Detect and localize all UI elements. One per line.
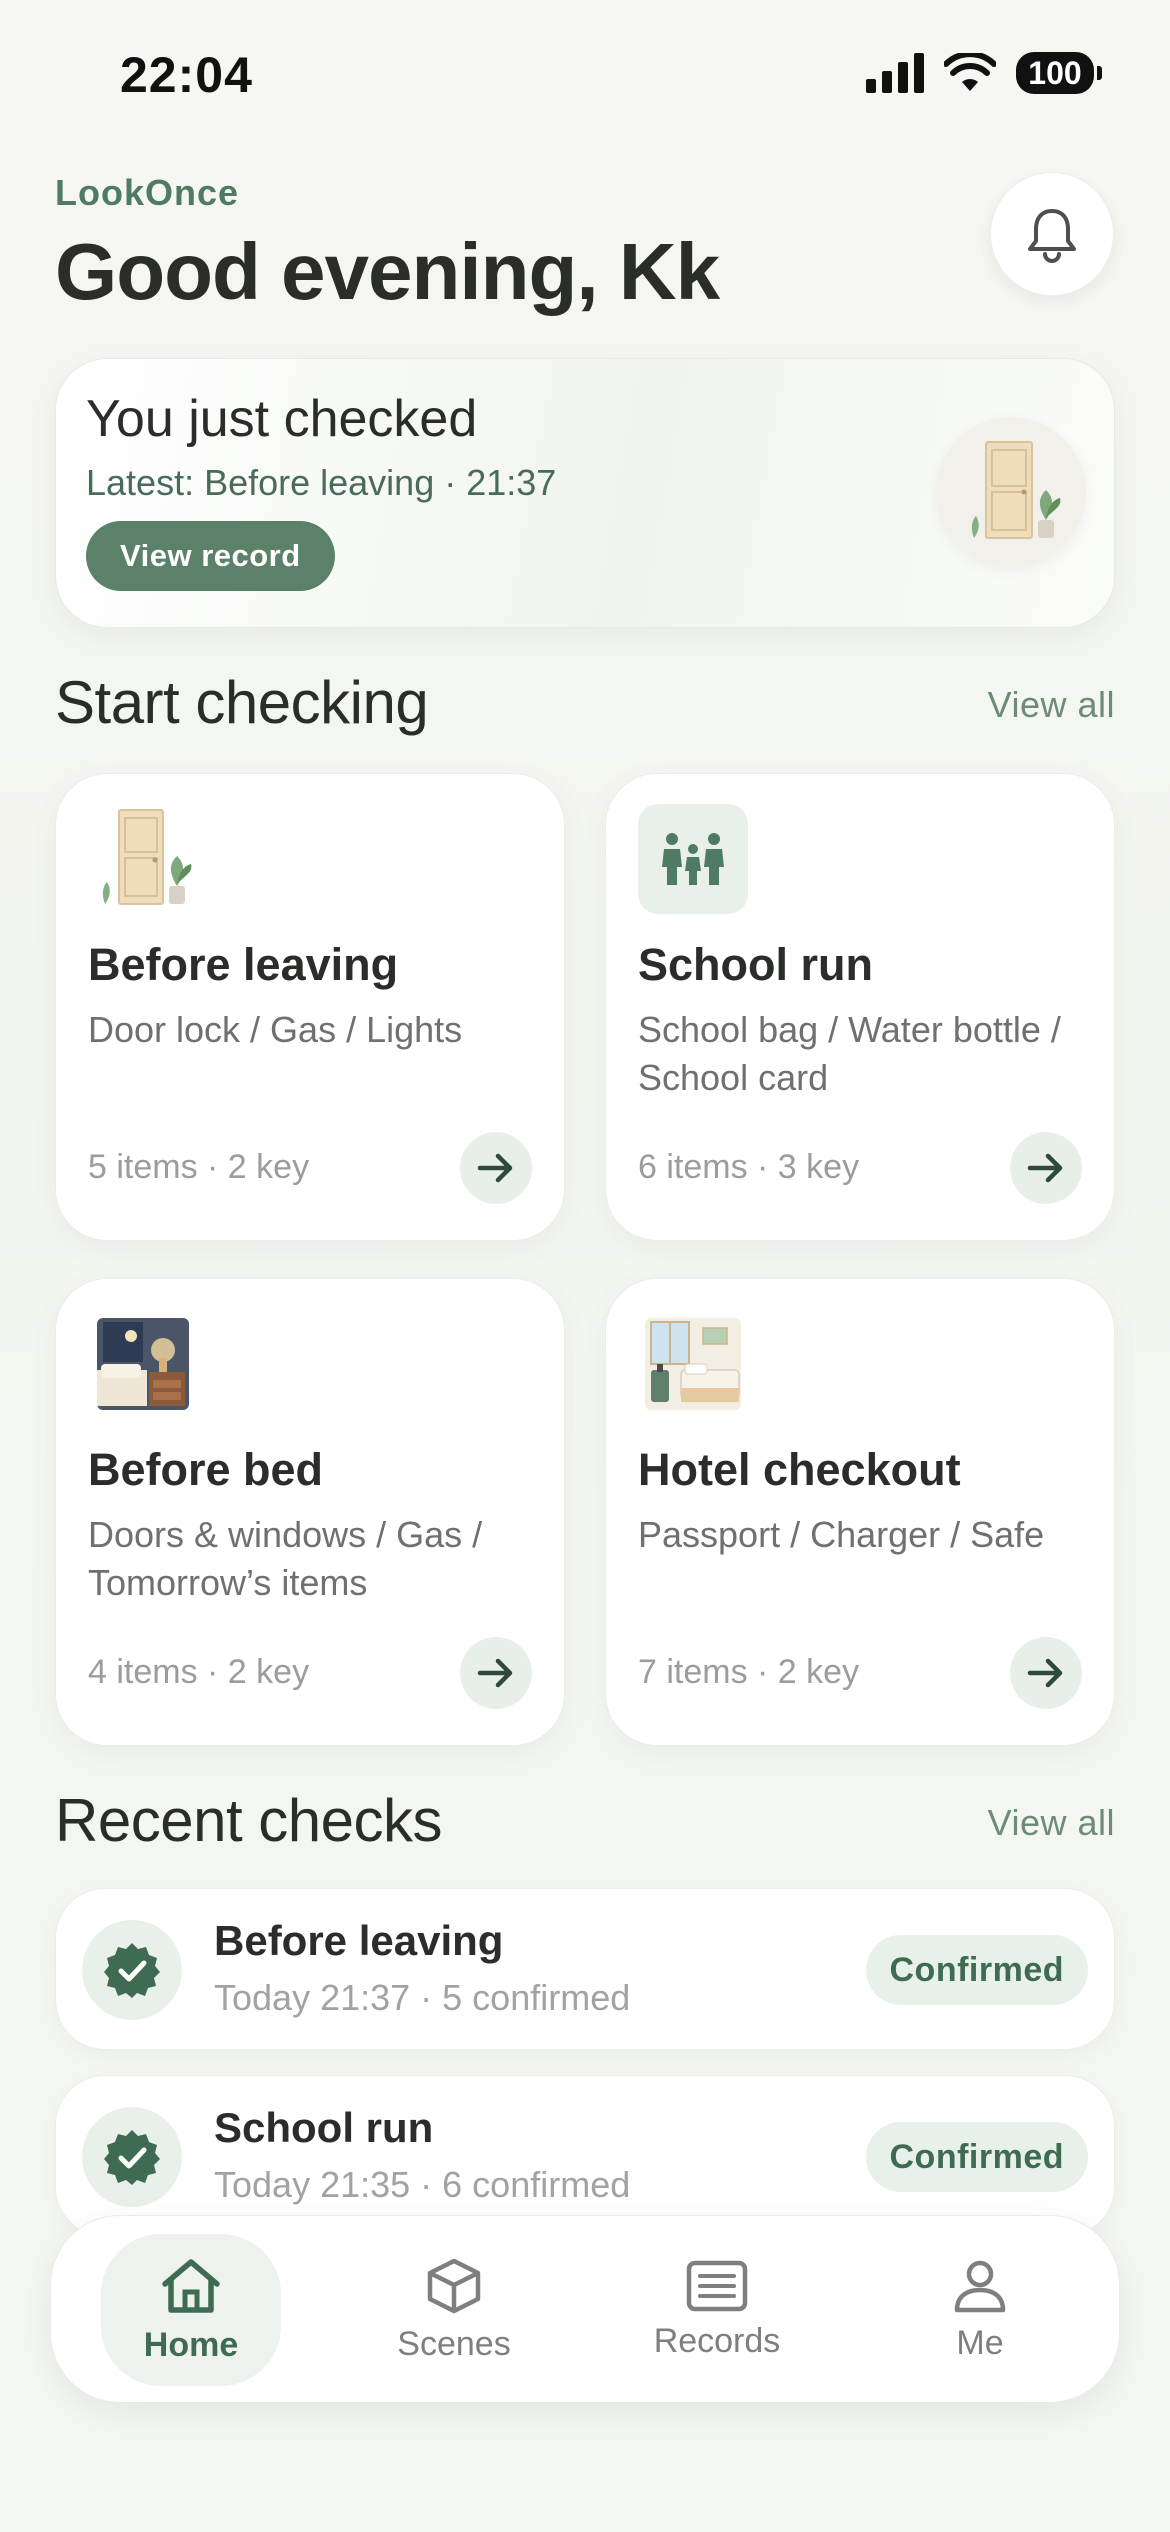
scene-card-before-bed[interactable]: Before bed Doors & windows / Gas / Tomor…: [55, 1278, 565, 1746]
door-plant-icon: [88, 804, 198, 914]
scene-name: Before leaving: [88, 939, 399, 990]
scene-start-button[interactable]: [460, 1637, 532, 1709]
status-badge: Confirmed: [865, 2122, 1088, 2192]
view-record-button[interactable]: View record: [86, 521, 335, 591]
verified-check-icon: [82, 2107, 182, 2207]
start-checking-title: Start checking: [55, 669, 429, 736]
scene-card-before-leaving[interactable]: Before leaving Door lock / Gas / Lights …: [55, 773, 565, 1241]
scene-name: Before bed: [88, 1444, 324, 1495]
status-badge: Confirmed: [865, 1935, 1088, 2005]
tab-home[interactable]: Home: [101, 2234, 281, 2386]
cube-icon: [427, 2258, 481, 2313]
tab-label: Scenes: [397, 2324, 511, 2363]
last-check-title: You just checked: [86, 390, 478, 448]
scene-description: Doors & windows / Gas / Tomorrow’s items: [88, 1514, 483, 1603]
last-check-subtitle: Latest: Before leaving · 21:37: [86, 462, 557, 503]
bedroom-icon: [88, 1309, 198, 1419]
scene-meta: 5 items · 2 key: [88, 1148, 310, 1186]
notifications-button[interactable]: [990, 172, 1114, 296]
tab-label: Me: [956, 2323, 1004, 2362]
bell-icon: [1028, 209, 1076, 263]
recent-check-row[interactable]: School run Today 21:35 · 6 confirmed Con…: [55, 2075, 1115, 2237]
scene-meta: 7 items · 2 key: [638, 1653, 860, 1691]
status-bar: 22:04 100: [0, 0, 1170, 150]
hotel-room-icon: [638, 1309, 748, 1419]
status-icons: 100: [866, 52, 1102, 94]
scene-meta: 6 items · 3 key: [638, 1148, 860, 1186]
arrow-right-icon: [1027, 1658, 1063, 1688]
verified-check-icon: [82, 1920, 182, 2020]
scene-name: Hotel checkout: [638, 1444, 961, 1495]
scene-description: Door lock / Gas / Lights: [88, 1009, 463, 1050]
wifi-icon: [944, 53, 996, 91]
scene-meta: 4 items · 2 key: [88, 1653, 310, 1691]
scene-card-school-run[interactable]: School run School bag / Water bottle / S…: [605, 773, 1115, 1241]
home-icon: [162, 2258, 220, 2313]
tab-label: Records: [653, 2321, 781, 2360]
start-view-all-link[interactable]: View all: [988, 684, 1115, 726]
tab-me[interactable]: Me: [890, 2234, 1070, 2386]
recent-check-row[interactable]: Before leaving Today 21:37 · 5 confirmed…: [55, 1888, 1115, 2050]
arrow-right-icon: [477, 1658, 513, 1688]
arrow-right-icon: [477, 1153, 513, 1183]
recent-checks-title: Recent checks: [55, 1787, 443, 1854]
tab-records[interactable]: Records: [627, 2234, 807, 2386]
records-icon: [686, 2260, 748, 2311]
tab-bar: Home Scenes Records Me: [50, 2215, 1120, 2403]
status-time: 22:04: [120, 47, 253, 103]
tab-scenes[interactable]: Scenes: [364, 2234, 544, 2386]
recent-check-subtitle: Today 21:37 · 5 confirmed: [214, 1977, 631, 2018]
scene-name: School run: [638, 939, 873, 990]
scene-description: Passport / Charger / Safe: [638, 1514, 1045, 1555]
arrow-right-icon: [1027, 1153, 1063, 1183]
recent-check-title: Before leaving: [214, 1917, 504, 1964]
scene-start-button[interactable]: [1010, 1132, 1082, 1204]
scene-start-button[interactable]: [460, 1132, 532, 1204]
recent-view-all-link[interactable]: View all: [988, 1802, 1115, 1844]
person-icon: [954, 2260, 1006, 2312]
family-icon: [638, 804, 748, 914]
scene-start-button[interactable]: [1010, 1637, 1082, 1709]
brand-name: LookOnce: [55, 172, 240, 213]
recent-check-title: School run: [214, 2104, 434, 2151]
battery-indicator: 100: [1016, 52, 1102, 94]
last-check-card[interactable]: You just checked Latest: Before leaving …: [55, 358, 1115, 628]
scene-card-hotel-checkout[interactable]: Hotel checkout Passport / Charger / Safe…: [605, 1278, 1115, 1746]
scene-description: School bag / Water bottle / School card: [638, 1009, 1061, 1098]
signal-icon: [866, 53, 924, 93]
greeting-title: Good evening, Kk: [55, 227, 720, 316]
tab-label: Home: [143, 2325, 239, 2364]
door-plant-icon: [936, 417, 1086, 567]
recent-check-subtitle: Today 21:35 · 6 confirmed: [214, 2164, 631, 2205]
